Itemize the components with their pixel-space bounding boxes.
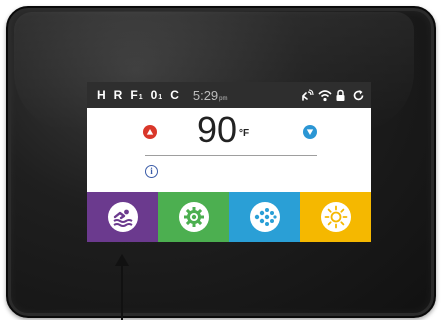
mode-indicators: H R F1 01 C [97,88,179,102]
light-tile[interactable] [300,192,371,242]
jets-tile[interactable] [229,192,300,242]
wifi-icon [318,89,332,102]
clock: 5:29 pm [193,88,228,103]
pointer-arrow-line [121,262,123,320]
status-icons [301,88,365,102]
touch-screen: H R F1 01 C 5:29 pm 90 °F i [87,82,371,242]
mode-indicator-r: R [113,88,123,102]
mode-indicator-f: F1 [130,88,143,102]
refresh-icon [352,89,365,102]
triangle-up-icon [146,129,154,135]
mode-indicator-c: C [170,88,179,102]
clock-time: 5:29 [192,87,219,103]
function-tiles [87,192,371,242]
temperature-value: 90 [197,109,238,150]
mode-indicator-h: H [97,88,106,102]
swimmer-icon [112,209,133,227]
mode-indicator-0: 01 [150,88,163,102]
swim-tile[interactable] [87,192,158,242]
pump-tile[interactable] [158,192,229,242]
lock-icon [335,89,348,102]
status-bar: H R F1 01 C 5:29 pm [87,82,371,108]
temp-up-button[interactable] [143,125,157,139]
temperature-unit: °F [239,128,250,139]
temperature-display: 90 °F [197,112,249,152]
spa-connect-icon [301,88,314,102]
divider [145,155,317,156]
clock-ampm: pm [219,95,228,102]
gear-icon [183,207,204,227]
info-button[interactable]: i [145,165,158,178]
triangle-down-icon [306,129,314,135]
jets-icon [254,208,277,226]
temp-down-button[interactable] [303,125,317,139]
sun-icon [324,205,347,229]
